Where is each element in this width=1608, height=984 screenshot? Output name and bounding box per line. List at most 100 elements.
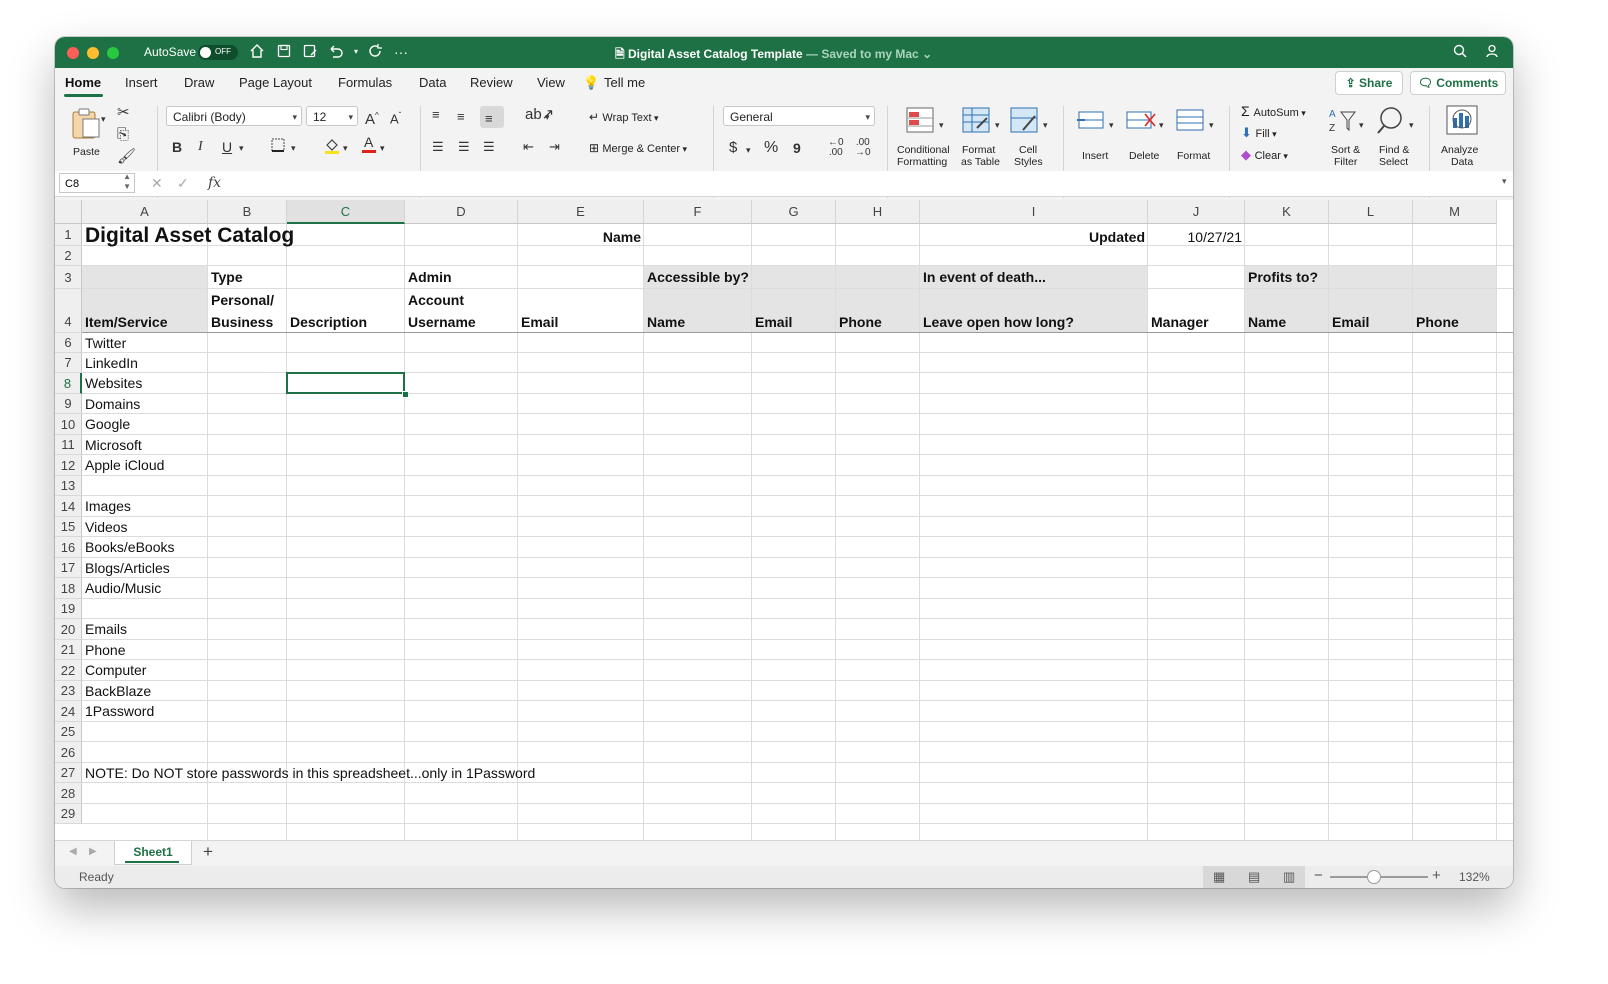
borders-icon[interactable] — [270, 137, 286, 158]
cell-a16[interactable]: Books/eBooks — [85, 537, 175, 558]
column-header-l[interactable]: L — [1329, 200, 1413, 224]
insert-function-button[interactable]: fx — [208, 175, 221, 191]
decrease-font-icon[interactable]: Aˇ — [390, 107, 401, 128]
name-box-stepper-icon[interactable]: ▲ ▼ — [123, 172, 131, 192]
cell-a12[interactable]: Apple iCloud — [85, 455, 164, 476]
sort-filter-button[interactable]: AZ ▾ Sort & Filter — [1325, 106, 1371, 176]
cell-styles-button[interactable]: ▾ Cell Styles — [1009, 106, 1055, 176]
underline-dropdown-icon[interactable]: ▾ — [239, 139, 244, 157]
row-header-7[interactable]: 7 — [55, 353, 82, 373]
row-header-13[interactable]: 13 — [55, 476, 82, 496]
row-header-16[interactable]: 16 — [55, 537, 82, 558]
tell-me-search[interactable]: Tell me — [604, 75, 645, 90]
row-header-26[interactable]: 26 — [55, 742, 82, 763]
align-right-icon[interactable]: ☰ — [483, 138, 495, 156]
wrap-text-button[interactable]: ↵ Wrap Text ▾ — [589, 110, 659, 128]
tab-review[interactable]: Review — [470, 75, 513, 90]
font-size-select[interactable]: 12 ▾ — [306, 106, 358, 126]
row-header-1[interactable]: 1 — [55, 224, 82, 246]
normal-view-icon[interactable]: ▦ — [1213, 869, 1225, 885]
bold-button[interactable]: B — [172, 138, 182, 156]
zoom-in-button[interactable]: + — [1432, 867, 1441, 884]
align-center-icon[interactable]: ☰ — [458, 138, 470, 156]
borders-dropdown-icon[interactable]: ▾ — [291, 139, 296, 157]
column-header-e[interactable]: E — [518, 200, 644, 224]
undo-icon[interactable] — [327, 43, 345, 61]
redo-icon[interactable] — [366, 43, 384, 61]
row-header-25[interactable]: 25 — [55, 722, 82, 742]
tab-home[interactable]: Home — [65, 75, 101, 90]
currency-button[interactable]: $ — [729, 139, 737, 157]
cell-f3[interactable]: Accessible by? — [647, 266, 749, 289]
percent-button[interactable]: % — [764, 139, 778, 157]
column-header-d[interactable]: D — [405, 200, 518, 224]
fill-color-dropdown-icon[interactable]: ▾ — [343, 139, 348, 157]
cell-a18[interactable]: Audio/Music — [85, 578, 161, 599]
row-header-23[interactable]: 23 — [55, 681, 82, 701]
cell-a7[interactable]: LinkedIn — [85, 353, 138, 373]
cell-a24[interactable]: 1Password — [85, 701, 154, 722]
row-header-12[interactable]: 12 — [55, 455, 82, 476]
find-select-button[interactable]: ▾ Find & Select — [1375, 106, 1421, 176]
cell-i3[interactable]: In event of death... — [923, 266, 1046, 289]
format-cells-button[interactable]: ▾ Format — [1173, 106, 1221, 176]
currency-dropdown-icon[interactable]: ▾ — [746, 141, 751, 159]
page-break-view-icon[interactable]: ▥ — [1283, 869, 1295, 885]
row-header-4[interactable]: 4 — [55, 289, 82, 333]
row-header-18[interactable]: 18 — [55, 578, 82, 599]
column-header-h[interactable]: H — [836, 200, 920, 224]
close-window-button[interactable] — [67, 47, 79, 59]
cell-a27[interactable]: NOTE: Do NOT store passwords in this spr… — [85, 763, 535, 783]
column-header-k[interactable]: K — [1245, 200, 1329, 224]
row-header-11[interactable]: 11 — [55, 435, 82, 455]
orientation-dropdown-icon[interactable]: ▾ — [545, 108, 550, 126]
row-header-20[interactable]: 20 — [55, 619, 82, 640]
fill-button[interactable]: ⬇ Fill ▾ — [1241, 125, 1277, 141]
comma-style-button[interactable]: 9 — [793, 139, 801, 157]
cell-a1[interactable]: Digital Asset Catalog — [85, 225, 294, 247]
cell-a6[interactable]: Twitter — [85, 333, 126, 353]
row-header-17[interactable]: 17 — [55, 558, 82, 578]
number-format-select[interactable]: General ▾ — [723, 106, 875, 126]
row-header-24[interactable]: 24 — [55, 701, 82, 722]
cell-b3[interactable]: Type — [211, 266, 243, 289]
column-header-i[interactable]: I — [920, 200, 1148, 224]
column-header-a[interactable]: A — [82, 200, 208, 224]
cell-d3[interactable]: Admin — [408, 266, 452, 289]
cell-a15[interactable]: Videos — [85, 517, 128, 537]
cell-b4a[interactable]: Personal/ — [211, 289, 274, 311]
insert-cells-button[interactable]: ▾ Insert — [1073, 106, 1121, 176]
scroll-tabs-left-icon[interactable]: ◀ — [69, 846, 77, 857]
autosum-button[interactable]: Σ AutoSum ▾ — [1241, 103, 1306, 119]
cell-j1[interactable]: 10/27/21 — [1148, 226, 1243, 248]
fill-color-icon[interactable] — [323, 136, 341, 159]
row-header-29[interactable]: 29 — [55, 804, 82, 824]
tab-draw[interactable]: Draw — [184, 75, 214, 90]
tab-view[interactable]: View — [537, 75, 565, 90]
share-person-icon[interactable] — [1483, 43, 1501, 61]
delete-cells-button[interactable]: ▾ Delete — [1123, 106, 1171, 176]
cell-k3[interactable]: Profits to? — [1248, 266, 1318, 289]
cell-a8[interactable]: Websites — [85, 373, 142, 394]
cell-a21[interactable]: Phone — [85, 640, 125, 660]
merge-center-button[interactable]: ⊞ Merge & Center ▾ — [589, 141, 687, 159]
paste-dropdown-icon[interactable]: ▾ — [101, 110, 106, 128]
row-header-6[interactable]: 6 — [55, 333, 82, 353]
cell-l4[interactable]: Email — [1332, 311, 1369, 333]
zoom-level[interactable]: 132% — [1459, 870, 1490, 884]
align-bottom-button[interactable]: ≡ — [480, 106, 504, 128]
zoom-out-button[interactable]: − — [1314, 867, 1323, 884]
row-header-22[interactable]: 22 — [55, 660, 82, 681]
cell-d4b[interactable]: Username — [408, 311, 476, 333]
cell-g4[interactable]: Email — [755, 311, 792, 333]
cell-b4b[interactable]: Business — [211, 311, 273, 333]
row-header-28[interactable]: 28 — [55, 783, 82, 804]
search-icon[interactable] — [1451, 43, 1469, 61]
tab-page-layout[interactable]: Page Layout — [239, 75, 312, 90]
align-left-icon[interactable]: ☰ — [432, 138, 444, 156]
row-header-3[interactable]: 3 — [55, 266, 82, 289]
copy-icon[interactable]: ⎘ — [117, 126, 129, 144]
cell-i4[interactable]: Leave open how long? — [923, 311, 1074, 333]
expand-formula-bar-icon[interactable]: ▾ — [1502, 176, 1507, 187]
home-icon[interactable] — [248, 43, 266, 61]
